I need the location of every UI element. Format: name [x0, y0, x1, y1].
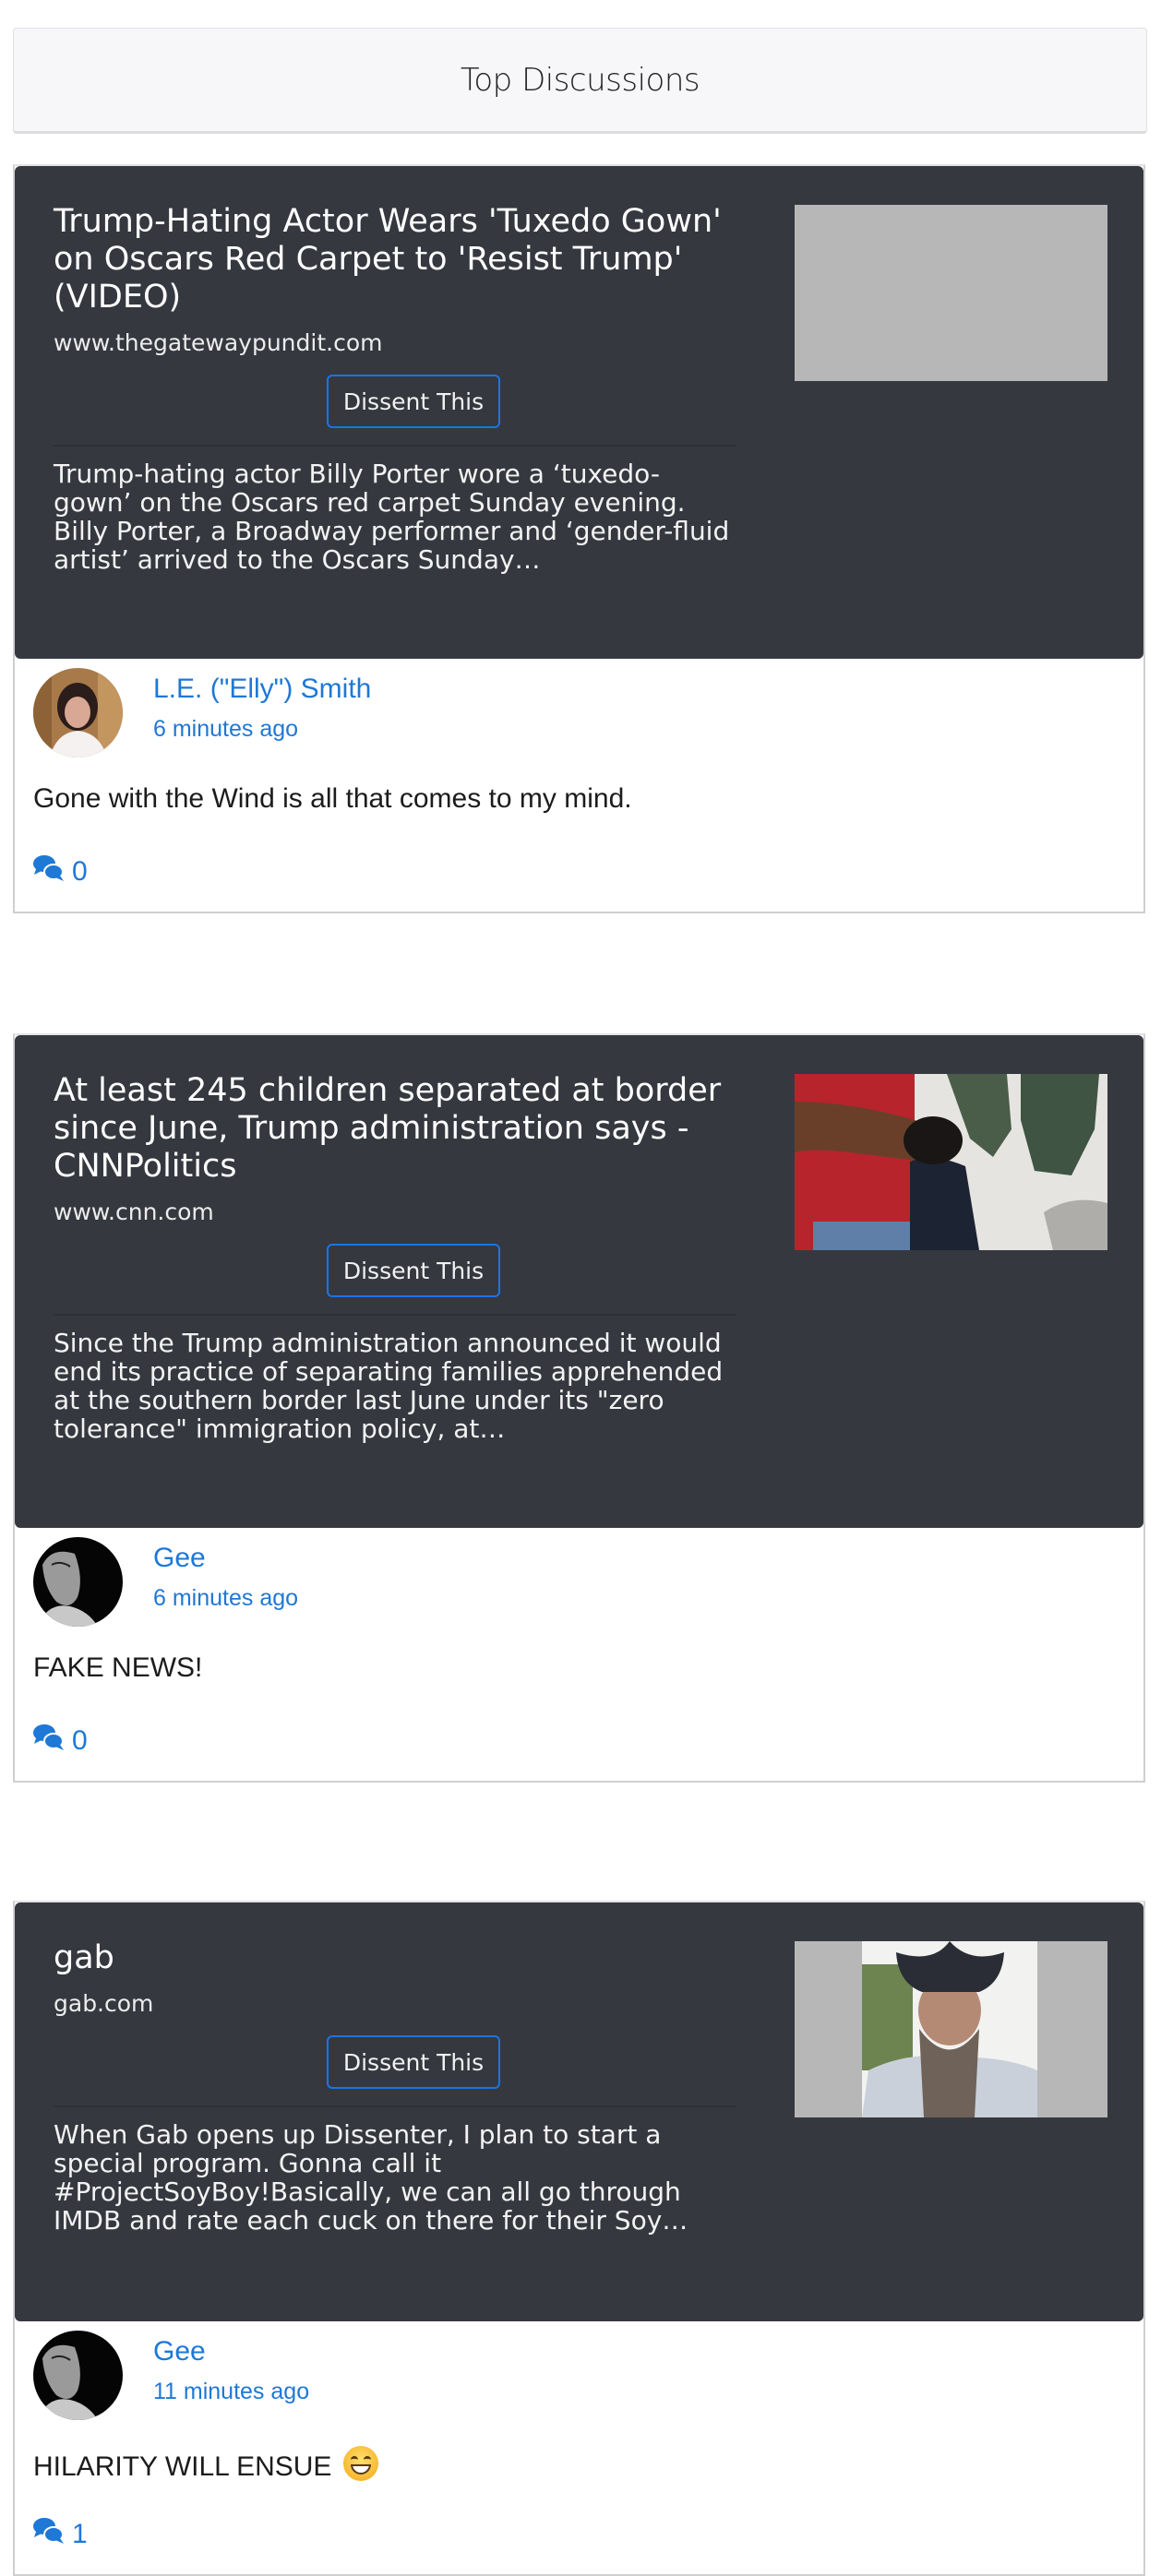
- comment-author[interactable]: Gee: [153, 2336, 206, 2367]
- discussion-card: gab gab.com Dissent This When Gab opens …: [13, 1901, 1145, 2576]
- reply-count: 0: [72, 1725, 88, 1756]
- comment-timestamp[interactable]: 6 minutes ago: [153, 716, 298, 743]
- divider: [54, 2105, 736, 2107]
- link-thumbnail[interactable]: [795, 1074, 1107, 1250]
- dissent-this-button[interactable]: Dissent This: [327, 1244, 500, 1297]
- top-discussions-header: Top Discussions: [13, 28, 1147, 134]
- link-description: Trump-hating actor Billy Porter wore a ‘…: [54, 459, 730, 575]
- avatar[interactable]: [33, 1537, 123, 1627]
- link-description: When Gab opens up Dissenter, I plan to s…: [54, 2119, 688, 2236]
- grinning-face-emoji-icon: [342, 2446, 378, 2481]
- comment-timestamp[interactable]: 11 minutes ago: [153, 2379, 309, 2405]
- discussion-card: Trump-Hating Actor Wears 'Tuxedo Gown' o…: [13, 164, 1145, 913]
- comment: Gee 6 minutes ago FAKE NEWS! 0: [15, 1528, 1143, 1779]
- avatar[interactable]: [33, 2331, 123, 2420]
- replies-link[interactable]: 1: [33, 2517, 88, 2552]
- comment-body: FAKE NEWS!: [33, 1652, 203, 1683]
- replies-link[interactable]: 0: [33, 1723, 88, 1759]
- link-thumbnail[interactable]: [795, 1941, 1107, 2117]
- link-preview[interactable]: gab gab.com Dissent This When Gab opens …: [15, 1902, 1143, 2321]
- reply-count: 0: [72, 856, 88, 887]
- link-description: Since the Trump administration announced…: [54, 1328, 724, 1444]
- link-domain: www.cnn.com: [54, 1199, 214, 1225]
- comment-body: HILARITY WILL ENSUE: [33, 2446, 378, 2483]
- comment-body: Gone with the Wind is all that comes to …: [33, 783, 632, 814]
- avatar[interactable]: [33, 668, 123, 757]
- reply-count: 1: [72, 2519, 88, 2549]
- link-title[interactable]: Trump-Hating Actor Wears 'Tuxedo Gown' o…: [54, 203, 736, 316]
- link-domain: www.thegatewaypundit.com: [54, 329, 383, 356]
- dissent-this-button[interactable]: Dissent This: [327, 2035, 500, 2089]
- dissent-this-button[interactable]: Dissent This: [327, 375, 500, 428]
- link-domain: gab.com: [54, 1990, 154, 2017]
- divider: [54, 1314, 736, 1316]
- replies-link[interactable]: 0: [33, 854, 88, 889]
- comment-author[interactable]: Gee: [153, 1543, 206, 1574]
- comment-timestamp[interactable]: 6 minutes ago: [153, 1585, 298, 1612]
- link-preview[interactable]: Trump-Hating Actor Wears 'Tuxedo Gown' o…: [15, 166, 1143, 659]
- comment: L.E. ("Elly") Smith 6 minutes ago Gone w…: [15, 659, 1143, 910]
- comments-icon: [33, 2517, 65, 2552]
- link-title[interactable]: At least 245 children separated at borde…: [54, 1072, 736, 1186]
- page-title: Top Discussions: [460, 61, 700, 99]
- link-thumbnail[interactable]: [795, 205, 1107, 381]
- link-title[interactable]: gab: [54, 1939, 736, 1977]
- comment: Gee 11 minutes ago HILARITY WILL ENSUE 1: [15, 2321, 1143, 2572]
- divider: [54, 445, 736, 447]
- comment-author[interactable]: L.E. ("Elly") Smith: [153, 674, 371, 705]
- comments-icon: [33, 1723, 65, 1759]
- discussion-card: At least 245 children separated at borde…: [13, 1033, 1145, 1783]
- comment-text: HILARITY WILL ENSUE: [33, 2451, 332, 2482]
- comments-icon: [33, 854, 65, 889]
- link-preview[interactable]: At least 245 children separated at borde…: [15, 1035, 1143, 1528]
